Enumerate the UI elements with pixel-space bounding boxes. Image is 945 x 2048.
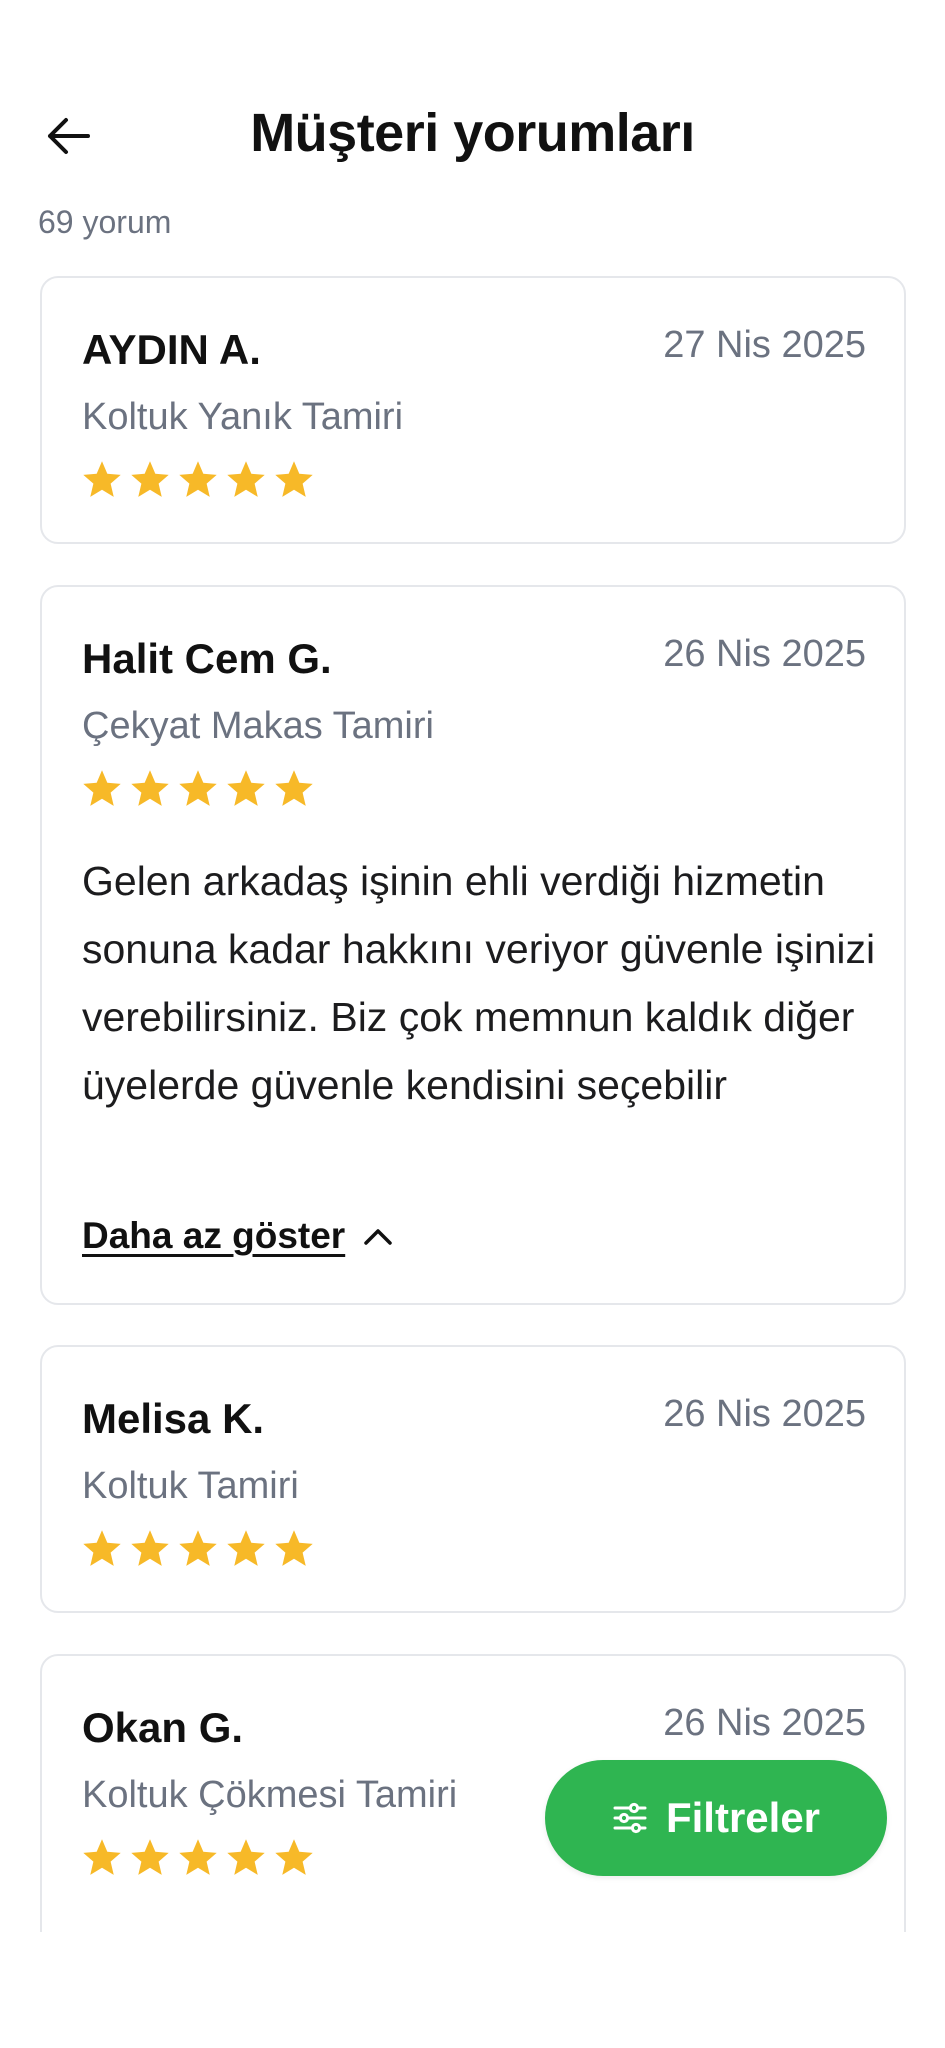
star-icon (275, 461, 313, 497)
service-name: Koltuk Çökmesi Tamiri (82, 1774, 458, 1816)
star-icon (131, 1530, 169, 1566)
star-icon (275, 1530, 313, 1566)
star-icon (227, 770, 265, 806)
star-icon (131, 770, 169, 806)
review-date: 27 Nis 2025 (663, 324, 866, 366)
star-icon (227, 461, 265, 497)
star-icon (179, 1839, 217, 1875)
star-icon (131, 461, 169, 497)
chevron-up-icon (364, 1229, 392, 1245)
service-name: Koltuk Yanık Tamiri (82, 396, 404, 438)
star-icon (275, 1839, 313, 1875)
star-icon (179, 461, 217, 497)
star-icon (227, 1839, 265, 1875)
service-name: Çekyat Makas Tamiri (82, 705, 434, 747)
star-rating (80, 1527, 316, 1571)
review-date: 26 Nis 2025 (663, 633, 866, 675)
filters-button[interactable]: Filtreler (545, 1760, 887, 1876)
star-rating (80, 1836, 316, 1880)
star-rating (80, 458, 316, 502)
reviewer-name: Melisa K. (82, 1395, 265, 1442)
star-icon (131, 1839, 169, 1875)
review-count: 69 yorum (38, 204, 172, 240)
show-less-button[interactable]: Daha az göster (82, 1215, 393, 1257)
review-comment: Gelen arkadaş işinin ehli verdiği hizmet… (82, 858, 876, 1108)
star-icon (179, 770, 217, 806)
reviewer-name: Okan G. (82, 1704, 244, 1751)
review-date: 26 Nis 2025 (663, 1393, 866, 1435)
page-title: Müşteri yorumları (250, 103, 695, 163)
review-card: AYDIN A. 27 Nis 2025 Koltuk Yanık Tamiri (40, 276, 906, 544)
review-card: Melisa K. 26 Nis 2025 Koltuk Tamiri (40, 1345, 906, 1613)
star-icon (227, 1530, 265, 1566)
star-icon (83, 1530, 121, 1566)
header: Müşteri yorumları (0, 80, 945, 190)
service-name: Koltuk Tamiri (82, 1465, 299, 1507)
show-less-label: Daha az göster (82, 1215, 346, 1256)
reviews-page: Müşteri yorumları 69 yorum AYDIN A. 27 N… (0, 0, 945, 2048)
star-icon (83, 770, 121, 806)
star-icon (275, 770, 313, 806)
reviewer-name: AYDIN A. (82, 326, 261, 373)
bottom-area (0, 1932, 945, 2048)
star-icon (83, 1839, 121, 1875)
review-date: 26 Nis 2025 (663, 1702, 866, 1744)
sliders-icon (613, 1802, 647, 1834)
star-rating (80, 767, 316, 811)
review-card: Halit Cem G. 26 Nis 2025 Çekyat Makas Ta… (40, 585, 906, 1305)
star-icon (179, 1530, 217, 1566)
reviewer-name: Halit Cem G. (82, 635, 332, 682)
filters-label: Filtreler (665, 1794, 821, 1841)
star-icon (83, 461, 121, 497)
